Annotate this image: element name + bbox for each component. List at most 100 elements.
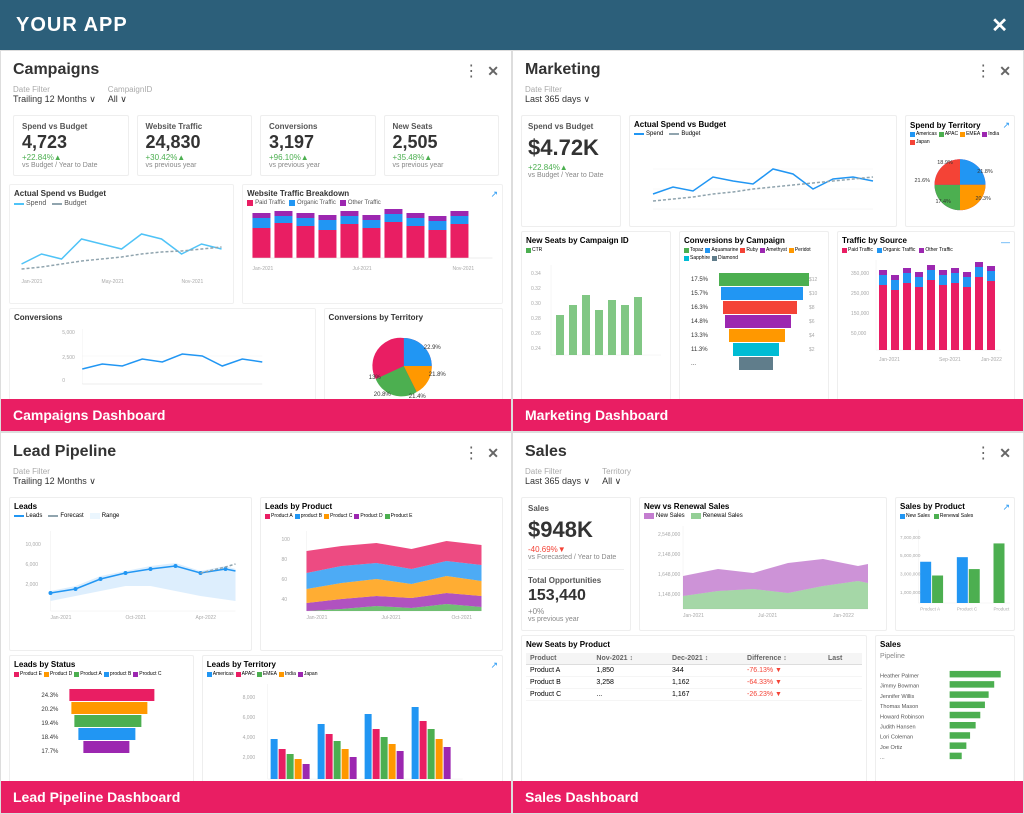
leadpipeline-filter: Date Filter Trailing 12 Months ∨: [1, 467, 511, 493]
lp-territory-title: Leads by Territory: [207, 660, 276, 669]
sales-date-filter-label: Date Filter: [525, 467, 590, 476]
lp-territory-expand-icon[interactable]: ↗: [490, 660, 498, 671]
svg-text:21.6%: 21.6%: [915, 178, 931, 184]
campaigns-date-filter: Date Filter Trailing 12 Months ∨: [13, 85, 96, 105]
sales-top-section: Sales $948K -40.69%▼ vs Forecasted / Yea…: [521, 497, 1015, 631]
marketing-controls: ⋮ ✕: [975, 61, 1011, 81]
svg-text:0.34: 0.34: [531, 271, 541, 277]
lp-product-area-svg: 100 80 60 40 Jan-2021 Jul-2021: [265, 521, 498, 621]
sales-metric: Sales $948K -40.69%▼ vs Forecasted / Yea…: [521, 497, 631, 631]
app-title: YOUR APP: [16, 14, 128, 37]
sales-territory-value[interactable]: All ∨: [602, 476, 631, 487]
svg-text:2,148,000: 2,148,000: [658, 552, 680, 558]
svg-text:0.26: 0.26: [531, 331, 541, 337]
mkt-conv-funnel-svg: 17.5% 15.7% 16.3% 14.8% 13.3% 11.3%: [684, 263, 824, 378]
svg-text:Heather Palmer: Heather Palmer: [880, 673, 919, 679]
leadpipeline-header: Lead Pipeline ⋮ ✕: [1, 433, 511, 467]
svg-text:Jan-2021: Jan-2021: [22, 279, 43, 284]
svg-text:50,000: 50,000: [851, 331, 867, 337]
sales-date-filter: Date Filter Last 365 days ∨: [525, 467, 590, 487]
traffic-expand-icon[interactable]: ↗: [490, 189, 498, 200]
sales-label: Sales Dashboard: [513, 781, 1023, 813]
campaigns-panel: Campaigns ⋮ ✕ Date Filter Trailing 12 Mo…: [0, 50, 512, 432]
marketing-close-button[interactable]: ✕: [999, 63, 1011, 80]
marketing-label: Marketing Dashboard: [513, 399, 1023, 431]
campaigns-spend-chart-title: Actual Spend vs Budget: [14, 189, 229, 198]
campaigns-stat-seats-label: New Seats: [393, 122, 491, 131]
svg-text:...: ...: [880, 755, 885, 761]
svg-text:13.3%: 13.3%: [691, 333, 709, 339]
sales-renewal-chart: New vs Renewal Sales New Sales Renewal S…: [639, 497, 887, 631]
leadpipeline-close-button[interactable]: ✕: [487, 445, 499, 462]
campaigns-date-filter-value[interactable]: Trailing 12 Months ∨: [13, 94, 96, 105]
sales-total-opp-sub: vs previous year: [528, 616, 624, 623]
col-diff: Difference ↕: [743, 653, 824, 665]
sales-total-opp-change: +0%: [528, 607, 624, 616]
svg-text:15.7%: 15.7%: [691, 291, 709, 297]
campaigns-header: Campaigns ⋮ ✕: [1, 51, 511, 85]
marketing-content: Spend vs Budget $4.72K +22.84%▲ vs Budge…: [513, 111, 1023, 431]
marketing-territory-chart: Spend by Territory ↗ Americas APAC EMEA …: [905, 115, 1015, 227]
territory-expand-icon[interactable]: ↗: [1002, 120, 1010, 131]
svg-text:0: 0: [62, 378, 65, 384]
campaigns-menu-button[interactable]: ⋮: [463, 61, 479, 81]
sales-close-button[interactable]: ✕: [999, 445, 1011, 462]
svg-text:14.8%: 14.8%: [691, 319, 709, 325]
svg-text:350,000: 350,000: [851, 271, 869, 277]
traffic-breakdown-svg: Jan-2021 Jul-2021 Nov-2021: [247, 208, 498, 278]
svg-text:2,000: 2,000: [242, 755, 255, 761]
svg-text:3,000,000: 3,000,000: [900, 572, 921, 577]
svg-text:Joe Ortiz: Joe Ortiz: [880, 745, 902, 751]
leadpipeline-menu-button[interactable]: ⋮: [463, 443, 479, 463]
campaigns-id-filter-value[interactable]: All ∨: [108, 94, 152, 105]
app-close-button[interactable]: ✕: [991, 13, 1008, 38]
marketing-menu-button[interactable]: ⋮: [975, 61, 991, 81]
svg-text:$10: $10: [809, 291, 818, 297]
marketing-spend-svg: Jan-2021 Jul-2021 Jan-2022: [634, 139, 892, 214]
svg-text:20.8%: 20.8%: [373, 392, 391, 398]
svg-text:Lori Coleman: Lori Coleman: [880, 735, 913, 741]
campaigns-stat-seats-change: +35.48%▲: [393, 153, 491, 162]
traffic-source-expand-icon[interactable]: —: [1001, 237, 1010, 247]
svg-text:Jennifer Willis: Jennifer Willis: [880, 694, 915, 700]
sales-total-opp-value: 153,440: [528, 587, 624, 605]
svg-text:2,000: 2,000: [26, 582, 39, 588]
sales-menu-button[interactable]: ⋮: [975, 443, 991, 463]
campaigns-title: Campaigns: [13, 61, 99, 79]
svg-text:1,648,000: 1,648,000: [658, 572, 680, 578]
lp-top-row: Leads Leads Forecast Range 10,000 6,000 …: [9, 497, 503, 651]
sales-territory-filter: Territory All ∨: [602, 467, 631, 487]
marketing-panel: Marketing ⋮ ✕ Date Filter Last 365 days …: [512, 50, 1024, 432]
marketing-conv-title: Conversions by Campaign: [684, 236, 824, 245]
campaigns-traffic-chart-title: Website Traffic Breakdown: [247, 189, 349, 198]
table-row: Product C ... 1,167 -26.23% ▼: [526, 689, 862, 701]
campaigns-stat-seats-value: 2,505: [393, 133, 491, 151]
leadpipeline-title: Lead Pipeline: [13, 443, 116, 461]
leadpipeline-date-filter-label: Date Filter: [13, 467, 96, 476]
cell-product-c: Product C: [526, 689, 592, 701]
sales-date-filter-value[interactable]: Last 365 days ∨: [525, 476, 590, 487]
campaigns-stat-spend-label: Spend vs Budget: [22, 122, 120, 131]
sales-product-expand-icon[interactable]: ↗: [1002, 502, 1010, 513]
campaigns-id-filter: CampaignID All ∨: [108, 85, 152, 105]
svg-text:...: ...: [691, 361, 696, 367]
campaigns-close-button[interactable]: ✕: [487, 63, 499, 80]
cell-dec-c: 1,167: [668, 689, 743, 701]
cell-product-a: Product A: [526, 665, 592, 677]
svg-text:Sep-2021: Sep-2021: [939, 357, 961, 363]
svg-text:4,000: 4,000: [242, 735, 255, 741]
svg-text:17.7%: 17.7%: [41, 749, 59, 755]
svg-text:6,000: 6,000: [26, 562, 39, 568]
svg-text:21.8%: 21.8%: [428, 372, 446, 378]
svg-text:2,500: 2,500: [62, 355, 75, 361]
leadpipeline-date-filter-value[interactable]: Trailing 12 Months ∨: [13, 476, 96, 487]
marketing-date-filter-value[interactable]: Last 365 days ∨: [525, 94, 590, 105]
pipeline-label: Pipeline: [880, 653, 1010, 660]
svg-text:$12: $12: [809, 277, 818, 283]
svg-text:19.4%: 19.4%: [41, 721, 59, 727]
svg-text:Product E: Product E: [994, 606, 1011, 611]
svg-text:17.4%: 17.4%: [935, 199, 951, 205]
lp-status-funnel-svg: 24.3% 20.2% 19.4% 18.4% 17.7%: [14, 679, 189, 789]
svg-text:Nov-2021: Nov-2021: [182, 279, 204, 284]
sales-content: Sales $948K -40.69%▼ vs Forecasted / Yea…: [513, 493, 1023, 813]
